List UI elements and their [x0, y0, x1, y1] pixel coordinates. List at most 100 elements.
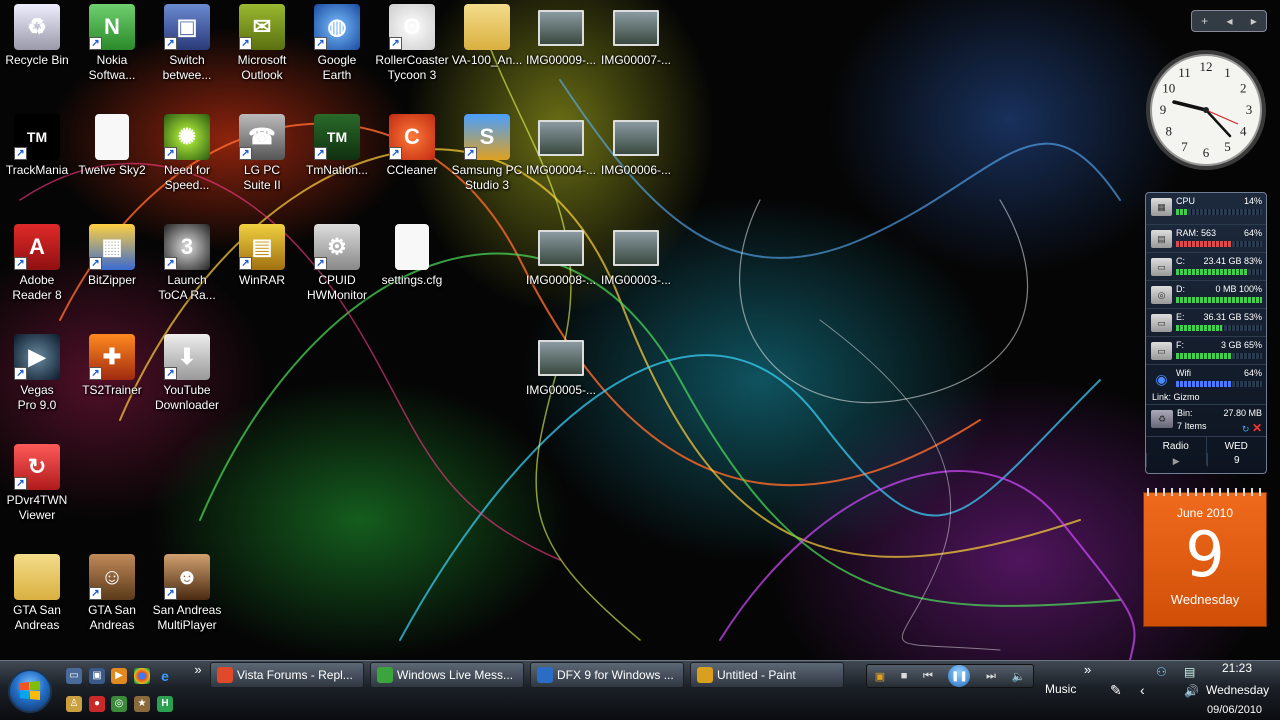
shortcut-arrow-icon: ↗: [239, 147, 252, 160]
gta-quick-icon[interactable]: ★: [134, 696, 150, 712]
taskbar-button[interactable]: DFX 9 for Windows ...: [530, 662, 684, 688]
avg-icon[interactable]: ●: [89, 696, 105, 712]
pause-icon[interactable]: ❚❚: [948, 665, 971, 687]
media-player-icon[interactable]: ▶: [111, 668, 127, 684]
desktop-icon[interactable]: IMG00006-...: [597, 110, 675, 210]
desktop-icon[interactable]: ✚ ↗ TS2Trainer: [73, 330, 151, 430]
network-people-icon[interactable]: ⚇: [1156, 665, 1167, 679]
taskbar-button[interactable]: Windows Live Mess...: [370, 662, 524, 688]
desktop-icon[interactable]: ◍ ↗ Google Earth: [298, 0, 376, 100]
desktop-icon[interactable]: VA-100_An...: [448, 0, 526, 100]
desktop-icon[interactable]: C ↗ CCleaner: [373, 110, 451, 210]
h-app-icon[interactable]: H: [157, 696, 173, 712]
refresh-icon[interactable]: ↻: [1242, 424, 1250, 434]
clock-face: 12 12 3 45678 9 1011: [1146, 50, 1266, 170]
desktop-icon[interactable]: ▶ ↗ Vegas Pro 9.0: [0, 330, 76, 430]
calendar-gadget[interactable]: June 2010 9 Wednesday: [1143, 488, 1267, 627]
desktop-icon-label: TrackMania: [5, 163, 69, 177]
messenger-quick-icon[interactable]: ♙: [66, 696, 82, 712]
xbox-icon[interactable]: ◎: [111, 696, 127, 712]
desktop-icon[interactable]: IMG00009-...: [522, 0, 600, 100]
taskbar-button[interactable]: Untitled - Paint: [690, 662, 844, 688]
desktop-icon[interactable]: ☺ ↗ GTA San Andreas: [73, 550, 151, 650]
desktop-icon[interactable]: N ↗ Nokia Softwa...: [73, 0, 151, 100]
tray-expand-icon[interactable]: ‹: [1140, 682, 1145, 698]
desktop-icon[interactable]: ✉ ↗ Microsoft Outlook: [223, 0, 301, 100]
desktop-icon-label: CPUID HWMonitor: [306, 273, 367, 302]
internet-explorer-icon[interactable]: e: [157, 668, 173, 684]
taskbar-button[interactable]: Vista Forums - Repl...: [210, 662, 364, 688]
image-thumbnail-icon: [613, 10, 659, 46]
chrome-icon[interactable]: [134, 668, 150, 684]
pen-icon[interactable]: ✎: [1110, 682, 1122, 699]
clock-gadget[interactable]: 12 1 2 3 4 5 6 7 8 9 10 11: [1144, 48, 1268, 172]
desktop-icon[interactable]: A ↗ Adobe Reader 8: [0, 220, 76, 320]
quick-launch-overflow-icon[interactable]: »: [190, 662, 206, 678]
desktop-icon[interactable]: IMG00003-...: [597, 220, 675, 320]
desktop-icon[interactable]: ♻ Recycle Bin: [0, 0, 76, 100]
dfx-icon: [537, 667, 553, 683]
volume-tray-icon[interactable]: 🔊: [1184, 684, 1199, 698]
desktop-icon[interactable]: ⚙ ↗ CPUID HWMonitor: [298, 220, 376, 320]
desktop-icon[interactable]: TM ↗ TmNation...: [298, 110, 376, 210]
desktop-icon[interactable]: ▣ ↗ Switch betwee...: [148, 0, 226, 100]
ram-icon: ▤: [1151, 230, 1172, 248]
desktop-icon[interactable]: ▦ ↗ BitZipper: [73, 220, 151, 320]
desktop-icon[interactable]: IMG00005-...: [522, 330, 600, 430]
drive-e-value: 36.31 GB 53%: [1203, 312, 1262, 322]
desktop-icon[interactable]: ↻ ↗ PDvr4TWN Viewer: [0, 440, 76, 540]
desktop-icon[interactable]: TM ↗ TrackMania: [0, 110, 76, 210]
desktop-icon[interactable]: ʘ ↗ RollerCoaster Tycoon 3: [373, 0, 451, 100]
nokia-icon: N ↗: [89, 4, 135, 50]
clock-time[interactable]: 21:23: [1222, 661, 1252, 675]
desktop-icon[interactable]: GTA San Andreas: [0, 550, 76, 650]
music-toolbar-label[interactable]: Music: [1045, 682, 1076, 696]
desktop-icon[interactable]: IMG00004-...: [522, 110, 600, 210]
clock-numeral: 10: [1162, 81, 1175, 96]
desktop-icon[interactable]: ☎ ↗ LG PC Suite II: [223, 110, 301, 210]
system-meter-gadget[interactable]: ▦ CPU 14% ▤ RAM: 563 64% ▭ C: 23.41 GB 83% …: [1145, 192, 1267, 474]
clock-numeral: 9: [1160, 102, 1167, 117]
switch-windows-icon[interactable]: ▣: [89, 668, 105, 684]
desktop-icon-label: IMG00007-...: [600, 53, 672, 67]
desktop-icon-label: Vegas Pro 9.0: [17, 383, 57, 412]
next-track-icon[interactable]: ⏭: [986, 670, 996, 683]
desktop-icon[interactable]: settings.cfg: [373, 220, 451, 320]
radio-label: Radio: [1162, 441, 1189, 452]
meter-day: 9: [1206, 453, 1267, 467]
desktop-icon[interactable]: IMG00008-...: [522, 220, 600, 320]
previous-track-icon[interactable]: ⏮: [923, 670, 933, 683]
radio-button[interactable]: Radio ▶: [1146, 437, 1206, 467]
desktop-icon[interactable]: Twelve Sky2: [73, 110, 151, 210]
desktop-icon[interactable]: ☻ ↗ San Andreas MultiPlayer: [148, 550, 226, 650]
volume-icon[interactable]: 🔈: [1011, 670, 1025, 683]
meter-recycle-bin-row[interactable]: ♻ Bin: 27.80 MB 7 Items ↻ ✕: [1146, 405, 1266, 437]
clock-date[interactable]: 09/06/2010: [1207, 704, 1262, 716]
desktop-icon-label: IMG00003-...: [600, 273, 672, 287]
sidebar-prev-button[interactable]: ◂: [1226, 14, 1232, 28]
desktop-icon[interactable]: S ↗ Samsung PC Studio 3: [448, 110, 526, 210]
desktop-icon[interactable]: ✺ ↗ Need for Speed...: [148, 110, 226, 210]
taskbar-button-label: DFX 9 for Windows ...: [557, 668, 674, 682]
sidebar-next-button[interactable]: ▸: [1251, 14, 1257, 28]
desktop-icon-label: Google Earth: [317, 53, 357, 82]
show-desktop-icon[interactable]: ▭: [66, 668, 82, 684]
shortcut-arrow-icon: ↗: [89, 367, 102, 380]
desktop-icon[interactable]: ⬇ ↗ YouTube Downloader: [148, 330, 226, 430]
empty-bin-icon[interactable]: ✕: [1252, 421, 1262, 435]
bitzipper-icon: ▦ ↗: [89, 224, 135, 270]
desktop-icon[interactable]: ▤ ↗ WinRAR: [223, 220, 301, 320]
desktop-icon[interactable]: IMG00007-...: [597, 0, 675, 100]
clock-numeral: 3: [1246, 102, 1253, 117]
trackmania-icon: TM ↗: [14, 114, 60, 160]
sidebar-add-gadget-button[interactable]: +: [1201, 14, 1208, 28]
stop-icon[interactable]: ■: [901, 670, 908, 682]
media-app-icon[interactable]: ▣: [875, 670, 885, 683]
network-icon[interactable]: ▤: [1184, 665, 1195, 679]
taskbar-overflow-icon[interactable]: »: [1084, 662, 1091, 677]
clock-weekday[interactable]: Wednesday: [1206, 683, 1269, 697]
desktop-icon-label: Need for Speed...: [163, 163, 211, 192]
panda-icon: ʘ ↗: [389, 4, 435, 50]
desktop-icon[interactable]: 3 ↗ Launch ToCA Ra...: [148, 220, 226, 320]
start-button[interactable]: [8, 669, 52, 713]
